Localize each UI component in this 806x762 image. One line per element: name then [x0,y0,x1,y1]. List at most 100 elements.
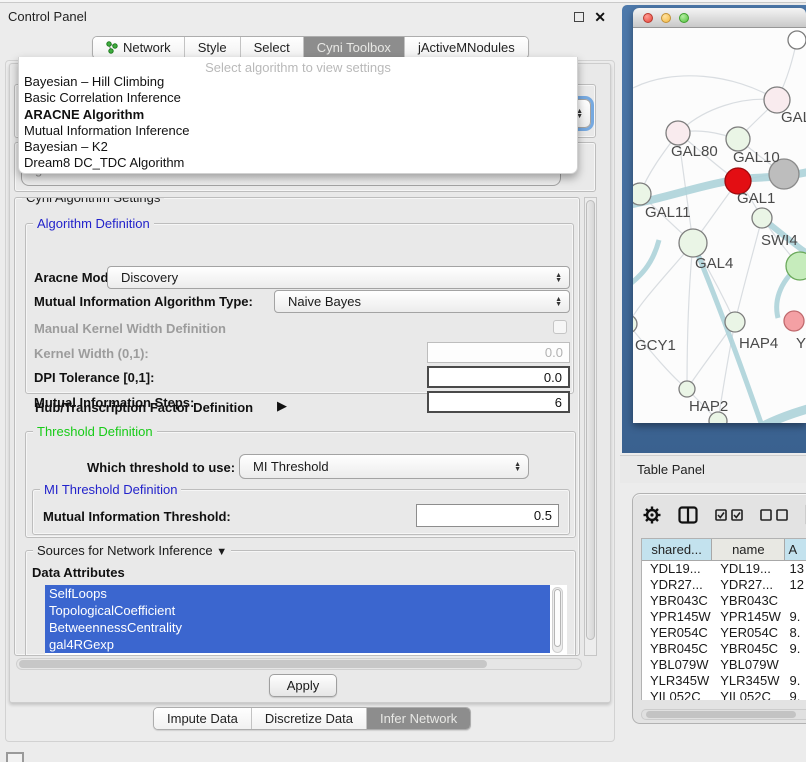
manual-kernel-label: Manual Kernel Width Definition [34,321,226,336]
which-threshold-combobox[interactable]: MI Threshold ▲▼ [239,454,529,479]
tab-select[interactable]: Select [241,37,304,58]
zoom-window-icon[interactable] [679,13,689,23]
top-tab-bar: Network Style Select Cyni Toolbox jActiv… [92,36,529,59]
sources-title: Sources for Network Inference ▼ [33,543,231,558]
combo-stepper-icon: ▲▼ [555,297,562,307]
aracne-mode-combobox[interactable]: Discovery ▲▼ [107,266,570,289]
node-label: GAL10 [733,149,780,166]
dropdown-option-highlighted[interactable]: ARACNE Algorithm [19,107,577,123]
tab-cyni-toolbox[interactable]: Cyni Toolbox [304,37,405,58]
node-salmon[interactable] [784,311,804,331]
table-row[interactable]: YBR043C YBR043C [642,593,806,609]
node-gal80[interactable] [666,121,690,145]
kernel-width-field[interactable]: 0.0 [427,342,570,363]
threshold-definition-title: Threshold Definition [33,424,157,439]
control-panel-titlebar: Control Panel ✕ [0,3,620,30]
table-panel-window: shared... name A YDL19... YDL19... 13 YD… [632,493,806,724]
settings-horizontal-scrollbar[interactable] [16,658,582,670]
expand-arrow-icon[interactable]: ▶ [277,398,287,414]
table-row[interactable]: YDL19... YDL19... 13 [642,561,806,577]
column-header[interactable]: name [712,539,785,561]
cyni-algorithm-settings-group: Cyni Algorithm Settings Algorithm Defini… [14,197,580,656]
tab-impute-data[interactable]: Impute Data [154,708,252,729]
table-row[interactable]: YDR27... YDR27... 12 [642,577,806,593]
gear-icon[interactable] [643,506,661,524]
data-attributes-label: Data Attributes [32,565,125,580]
node-gal10[interactable] [726,127,750,151]
table-row[interactable]: YPR145W YPR145W 9. [642,609,806,625]
list-item[interactable]: SelfLoops [45,585,550,602]
float-panel-icon[interactable] [574,12,584,22]
tab-infer-network[interactable]: Infer Network [367,708,470,729]
column-header[interactable]: A [785,539,806,561]
close-window-icon[interactable] [643,13,653,23]
dropdown-option[interactable]: Bayesian – Hill Climbing [19,74,577,90]
table-row[interactable]: YER054C YER054C 8. [642,625,806,641]
node-hap2[interactable] [679,381,695,397]
dropdown-option[interactable]: Dream8 DC_TDC Algorithm [19,155,577,171]
data-attributes-list[interactable]: SelfLoops TopologicalCoefficient Between… [45,585,567,656]
algorithm-definition-title: Algorithm Definition [33,216,154,231]
dpi-tolerance-label: DPI Tolerance [0,1]: [34,370,154,385]
network-nodes[interactable] [633,31,806,423]
algorithm-dropdown-popup: Select algorithm to view settings Bayesi… [18,57,578,174]
split-columns-icon[interactable] [678,506,698,524]
settings-vertical-scrollbar[interactable] [584,197,597,656]
minimize-window-icon[interactable] [661,13,671,23]
tab-jactivemnodules[interactable]: jActiveMNodules [405,37,528,58]
threshold-definition-group: Threshold Definition Which threshold to … [25,431,576,538]
table-row[interactable]: YLR345W YLR345W 9. [642,673,806,689]
node-gal11[interactable] [633,183,651,205]
list-item[interactable]: gal4RGexp [45,636,550,653]
dropdown-placeholder: Select algorithm to view settings [19,57,577,74]
node-gal4[interactable] [679,229,707,257]
list-item[interactable]: BetweennessCentrality [45,619,550,636]
network-labels: GAL GAL80 GAL10 GAL1 GAL11 SWI4 GAL4 GCY… [635,109,806,415]
mi-threshold-label: Mutual Information Threshold: [43,509,231,524]
mi-threshold-field[interactable]: 0.5 [416,504,559,527]
mi-steps-field[interactable]: 6 [427,391,570,413]
node-gal1[interactable] [752,208,772,228]
apply-button[interactable]: Apply [269,674,337,697]
select-all-checkboxes-icon[interactable] [715,509,743,521]
tab-style[interactable]: Style [185,37,241,58]
table-row[interactable]: YBR045C YBR045C 9. [642,641,806,657]
node-label: HAP2 [689,398,728,415]
table-header-row: shared... name A [642,539,806,561]
table-row[interactable]: YBL079W YBL079W [642,657,806,673]
which-threshold-label: Which threshold to use: [87,460,235,475]
list-item[interactable]: TopologicalCoefficient [45,602,550,619]
tab-discretize-data[interactable]: Discretize Data [252,708,367,729]
network-window-titlebar[interactable] [633,8,806,28]
list-scrollbar[interactable] [552,587,563,653]
table-toolbar [643,504,806,525]
combo-stepper-icon: ▲▼ [555,273,562,283]
close-panel-icon[interactable]: ✕ [594,12,606,22]
network-icon [106,41,118,54]
node-label: GAL80 [671,143,718,160]
node-label: GAL1 [737,190,775,207]
collapse-arrow-icon[interactable]: ▼ [216,546,227,558]
network-canvas[interactable]: GAL GAL80 GAL10 GAL1 GAL11 SWI4 GAL4 GCY… [633,28,806,423]
table-panel-title: Table Panel [637,462,705,477]
node[interactable] [788,31,806,49]
table-horizontal-scrollbar[interactable] [641,709,806,720]
tab-network[interactable]: Network [93,37,185,58]
minimized-panel-icon[interactable] [6,752,24,762]
column-header[interactable]: shared... [642,539,712,561]
algorithm-definition-group: Algorithm Definition Aracne Mode: Discov… [25,223,574,394]
dropdown-option[interactable]: Bayesian – K2 [19,139,577,155]
node-label: GAL11 [645,204,691,221]
dropdown-option[interactable]: Basic Correlation Inference [19,90,577,106]
node-label: GAL [781,109,806,126]
deselect-all-checkboxes-icon[interactable] [760,509,788,521]
node-hap4[interactable] [725,312,745,332]
network-graph[interactable]: GAL GAL80 GAL10 GAL1 GAL11 SWI4 GAL4 GCY… [633,28,806,423]
attribute-table[interactable]: shared... name A YDL19... YDL19... 13 YD… [641,538,806,700]
table-row[interactable]: YIL052C YIL052C 9. [642,689,806,700]
node-gcy1[interactable] [633,315,637,333]
dpi-tolerance-field[interactable]: 0.0 [427,366,570,388]
mi-type-combobox[interactable]: Naive Bayes ▲▼ [274,290,570,313]
manual-kernel-checkbox[interactable] [553,320,567,334]
dropdown-option[interactable]: Mutual Information Inference [19,123,577,139]
